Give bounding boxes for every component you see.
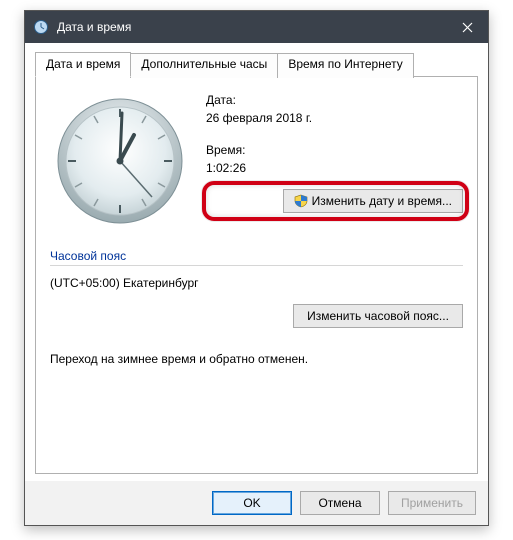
dst-info-text: Переход на зимнее время и обратно отмене… — [50, 352, 463, 366]
timezone-section-label: Часовой пояс — [50, 249, 463, 263]
close-button[interactable] — [446, 11, 488, 43]
close-icon — [462, 22, 473, 33]
apply-button[interactable]: Применить — [388, 491, 476, 515]
tab-datetime[interactable]: Дата и время — [35, 52, 131, 77]
window-title: Дата и время — [57, 20, 446, 34]
change-date-time-label: Изменить дату и время... — [312, 194, 452, 208]
cancel-button[interactable]: Отмена — [300, 491, 380, 515]
change-timezone-button[interactable]: Изменить часовой пояс... — [293, 304, 463, 328]
change-timezone-label: Изменить часовой пояс... — [307, 309, 449, 323]
client-area: Дата и время Дополнительные часы Время п… — [25, 43, 488, 484]
tab-internet-time[interactable]: Время по Интернету — [277, 53, 413, 78]
date-time-dialog: Дата и время Дата и время Дополнительные… — [24, 10, 489, 526]
titlebar[interactable]: Дата и время — [25, 11, 488, 43]
timezone-value: (UTC+05:00) Екатеринбург — [50, 276, 463, 290]
time-value: 1:02:26 — [206, 161, 463, 175]
change-date-time-button[interactable]: Изменить дату и время... — [283, 189, 463, 213]
tab-additional-clocks[interactable]: Дополнительные часы — [130, 53, 278, 78]
uac-shield-icon — [294, 194, 308, 208]
clock-app-icon — [33, 19, 49, 35]
date-value: 26 февраля 2018 г. — [206, 111, 463, 125]
tab-panel: Дата: 26 февраля 2018 г. Время: 1:02:26 — [35, 76, 478, 474]
time-label: Время: — [206, 143, 463, 157]
date-label: Дата: — [206, 93, 463, 107]
divider — [50, 265, 463, 266]
tab-strip: Дата и время Дополнительные часы Время п… — [35, 51, 478, 76]
analog-clock — [50, 91, 190, 231]
ok-button[interactable]: OK — [212, 491, 292, 515]
dialog-footer: OK Отмена Применить — [25, 481, 488, 525]
